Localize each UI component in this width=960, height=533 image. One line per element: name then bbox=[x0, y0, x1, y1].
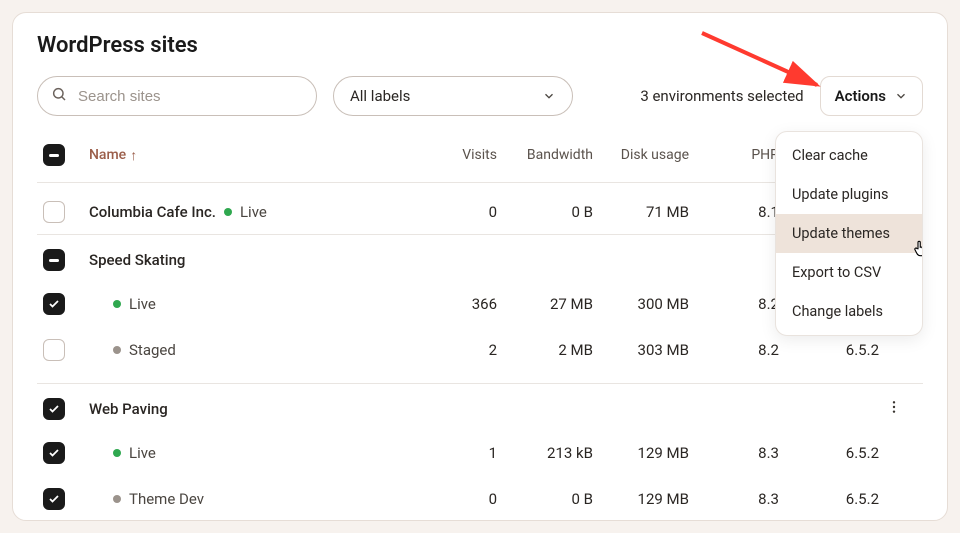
selection-status: 3 environments selected bbox=[640, 87, 803, 105]
status-dot-staged bbox=[113, 346, 121, 354]
status-dot-dev bbox=[113, 495, 121, 503]
sites-panel: WordPress sites All labels 3 environment… bbox=[12, 12, 948, 521]
actions-button[interactable]: Actions bbox=[820, 76, 923, 116]
search-wrapper bbox=[37, 76, 317, 116]
status-dot-live bbox=[113, 300, 121, 308]
row-checkbox[interactable] bbox=[37, 339, 89, 361]
status-dot-live bbox=[224, 208, 232, 216]
actions-button-label: Actions bbox=[835, 87, 886, 105]
row-checkbox[interactable] bbox=[37, 488, 89, 510]
col-bandwidth[interactable]: Bandwidth bbox=[497, 147, 593, 163]
col-php[interactable]: PHP bbox=[689, 147, 779, 163]
site-name-cell: Speed Skating bbox=[89, 251, 419, 269]
chevron-down-icon bbox=[542, 89, 556, 103]
col-disk[interactable]: Disk usage bbox=[593, 147, 689, 163]
row-checkbox[interactable] bbox=[37, 293, 89, 315]
row-checkbox[interactable] bbox=[37, 249, 89, 271]
col-visits[interactable]: Visits bbox=[419, 147, 497, 163]
site-group: Web Paving Live 1 213 kB 129 MB 8.3 bbox=[37, 384, 923, 532]
cursor-pointer-icon bbox=[912, 239, 923, 261]
action-clear-cache[interactable]: Clear cache bbox=[776, 136, 922, 175]
sort-asc-icon: ↑ bbox=[130, 147, 137, 164]
more-menu-icon[interactable] bbox=[879, 399, 909, 419]
search-input[interactable] bbox=[37, 76, 317, 116]
col-name[interactable]: Name ↑ bbox=[89, 147, 419, 164]
env-row[interactable]: Theme Dev 0 0 B 129 MB 8.3 6.5.2 bbox=[37, 476, 923, 522]
row-checkbox[interactable] bbox=[37, 442, 89, 464]
select-all-checkbox[interactable] bbox=[37, 144, 89, 166]
action-export-csv[interactable]: Export to CSV bbox=[776, 253, 922, 292]
site-name-cell: Columbia Cafe Inc. Live bbox=[89, 203, 419, 221]
action-change-labels[interactable]: Change labels bbox=[776, 292, 922, 331]
row-checkbox[interactable] bbox=[37, 201, 89, 223]
group-header-row[interactable]: Web Paving bbox=[37, 388, 923, 430]
status-dot-live bbox=[113, 449, 121, 457]
php-cell: 8.1 bbox=[689, 203, 779, 221]
site-name-cell: Web Paving bbox=[89, 400, 419, 418]
labels-filter[interactable]: All labels bbox=[333, 76, 573, 116]
chevron-down-icon bbox=[894, 89, 908, 103]
labels-filter-label: All labels bbox=[350, 87, 410, 105]
actions-menu: Clear cache Update plugins Update themes… bbox=[775, 131, 923, 336]
toolbar: All labels 3 environments selected Actio… bbox=[37, 76, 923, 116]
visits-cell: 0 bbox=[419, 203, 497, 221]
env-row[interactable]: Live 1 213 kB 129 MB 8.3 6.5.2 bbox=[37, 430, 923, 476]
bandwidth-cell: 0 B bbox=[497, 203, 593, 221]
disk-cell: 71 MB bbox=[593, 203, 689, 221]
row-checkbox[interactable] bbox=[37, 398, 89, 420]
action-update-themes[interactable]: Update themes bbox=[776, 214, 922, 253]
search-icon bbox=[51, 86, 67, 106]
action-update-plugins[interactable]: Update plugins bbox=[776, 175, 922, 214]
page-title: WordPress sites bbox=[37, 33, 923, 58]
